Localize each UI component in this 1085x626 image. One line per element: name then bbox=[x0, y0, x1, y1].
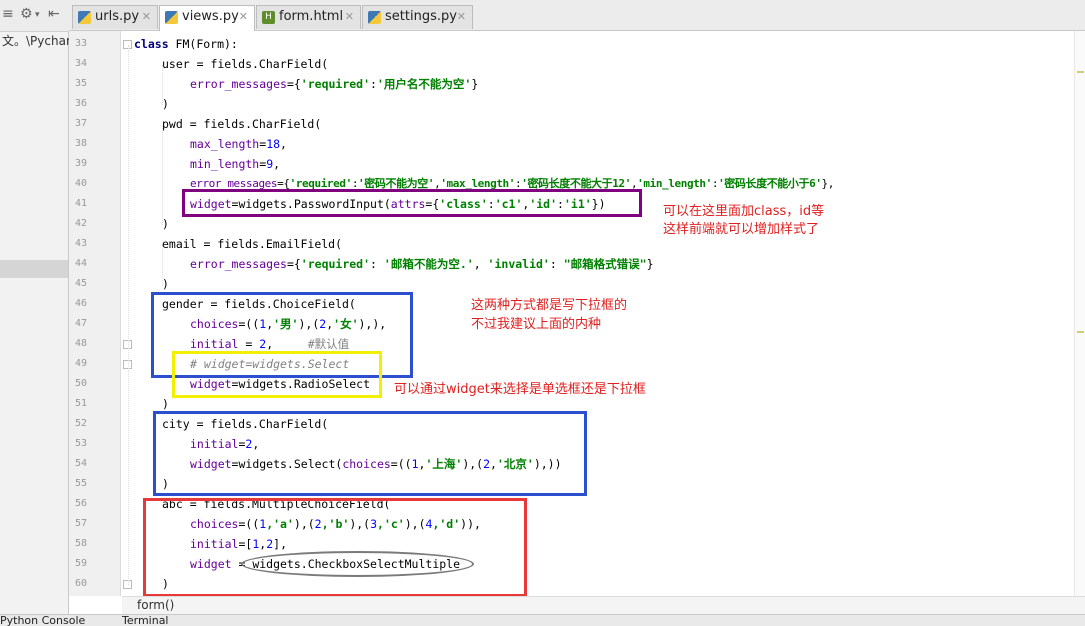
line-number: 48 bbox=[74, 338, 87, 349]
dropdown-icon[interactable]: ▾ bbox=[35, 10, 40, 20]
code-line-36: ) bbox=[162, 97, 169, 111]
close-icon[interactable]: ✕ bbox=[239, 6, 248, 28]
line-number: 37 bbox=[74, 118, 87, 129]
code-line-43: email = fields.EmailField( bbox=[162, 237, 343, 251]
code-line-34: user = fields.CharField( bbox=[162, 57, 329, 71]
line-number: 53 bbox=[74, 438, 87, 449]
line-number: 34 bbox=[74, 58, 87, 69]
line-number: 39 bbox=[74, 158, 87, 169]
line-number: 57 bbox=[74, 518, 87, 529]
line-number: 60 bbox=[74, 578, 87, 589]
python-file-icon bbox=[165, 11, 178, 24]
line-number: 46 bbox=[74, 298, 87, 309]
close-icon[interactable]: ✕ bbox=[457, 6, 466, 28]
warning-marker[interactable] bbox=[1077, 71, 1084, 73]
error-stripe[interactable] bbox=[1074, 31, 1085, 596]
tab-urls-py[interactable]: urls.py ✕ bbox=[72, 5, 158, 29]
line-number: 45 bbox=[74, 278, 87, 289]
line-number: 42 bbox=[74, 218, 87, 229]
html-file-icon: H bbox=[262, 11, 275, 24]
indent-guide bbox=[162, 125, 163, 225]
gray-annotation-ellipse bbox=[241, 551, 474, 577]
close-icon[interactable]: ✕ bbox=[142, 6, 151, 28]
purple-annotation-box bbox=[182, 189, 642, 217]
line-number: 50 bbox=[74, 378, 87, 389]
yellow-annotation-box bbox=[172, 351, 382, 398]
code-line-38: max_length=18, bbox=[190, 137, 287, 151]
blue-annotation-box-city bbox=[153, 411, 587, 496]
line-number: 41 bbox=[74, 198, 87, 209]
line-number: 44 bbox=[74, 258, 87, 269]
tab-settings-py[interactable]: settings.py ✕ bbox=[362, 5, 473, 29]
line-number: 40 bbox=[74, 178, 87, 189]
tab-label: urls.py bbox=[95, 9, 140, 24]
line-number: 54 bbox=[74, 458, 87, 469]
tool-window-bar: Python Console Terminal bbox=[0, 614, 1085, 626]
line-number: 38 bbox=[74, 138, 87, 149]
line-number: 47 bbox=[74, 318, 87, 329]
red-annotation-box bbox=[143, 498, 527, 597]
project-toolbar: ≡ ⚙ ▾ ⇤ bbox=[0, 0, 69, 32]
yellow-note: 可以通过widget来选择是单选框还是下拉框 bbox=[394, 382, 646, 397]
line-number: 52 bbox=[74, 418, 87, 429]
tab-label: views.py bbox=[182, 9, 239, 24]
line-number: 51 bbox=[74, 398, 87, 409]
code-line-33: class FM(Form): bbox=[134, 37, 238, 51]
purple-note-line1: 可以在这里面加class，id等 bbox=[663, 204, 825, 219]
code-line-51: ) bbox=[162, 397, 169, 411]
indent-guide bbox=[128, 45, 129, 585]
line-number: 56 bbox=[74, 498, 87, 509]
line-number: 43 bbox=[74, 238, 87, 249]
line-number: 35 bbox=[74, 78, 87, 89]
tab-label: settings.py bbox=[385, 9, 457, 24]
line-number: 59 bbox=[74, 558, 87, 569]
selected-tree-row[interactable] bbox=[0, 260, 68, 278]
line-number: 49 bbox=[74, 358, 87, 369]
code-line-44: error_messages={'required': '邮箱不能为空.', '… bbox=[190, 257, 654, 271]
tab-views-py[interactable]: views.py ✕ bbox=[159, 5, 255, 31]
close-icon[interactable]: ✕ bbox=[345, 6, 354, 28]
line-number: 58 bbox=[74, 538, 87, 549]
breadcrumb[interactable]: form() bbox=[122, 596, 1085, 614]
code-line-35: error_messages={'required':'用户名不能为空'} bbox=[190, 77, 479, 91]
breadcrumb-item[interactable]: form() bbox=[137, 597, 174, 613]
blue-note-line2: 不过我建议上面的内种 bbox=[471, 317, 602, 332]
code-line-37: pwd = fields.CharField( bbox=[162, 117, 322, 131]
blue-note-line1: 这两种方式都是写下拉框的 bbox=[471, 298, 628, 313]
tab-form-html[interactable]: H form.html ✕ bbox=[256, 5, 361, 29]
python-console-tab[interactable]: Python Console bbox=[0, 615, 85, 626]
code-line-39: min_length=9, bbox=[190, 157, 281, 171]
collapse-icon[interactable]: ≡ bbox=[2, 6, 14, 22]
line-number: 55 bbox=[74, 478, 87, 489]
terminal-tab[interactable]: Terminal bbox=[122, 615, 169, 626]
gear-icon[interactable]: ⚙ bbox=[20, 6, 33, 22]
line-number: 33 bbox=[74, 38, 87, 49]
code-line-45: ) bbox=[162, 277, 169, 291]
line-number: 36 bbox=[74, 98, 87, 109]
warning-marker[interactable] bbox=[1077, 331, 1084, 333]
python-file-icon bbox=[78, 11, 91, 24]
purple-note-line2: 这样前端就可以增加样式了 bbox=[663, 222, 820, 237]
project-panel: ≡ ⚙ ▾ ⇤ 文。\Pycharm bbox=[0, 0, 82, 626]
tab-label: form.html bbox=[279, 9, 344, 24]
python-file-icon bbox=[368, 11, 381, 24]
line-number-gutter[interactable]: 33 34 35 36 37 38 39 40 41 42 43 44 45 4… bbox=[69, 31, 132, 596]
hide-panel-icon[interactable]: ⇤ bbox=[48, 6, 60, 22]
code-line-42: ) bbox=[162, 217, 169, 231]
editor-tab-bar: urls.py ✕ views.py ✕ H form.html ✕ setti… bbox=[69, 0, 1085, 31]
